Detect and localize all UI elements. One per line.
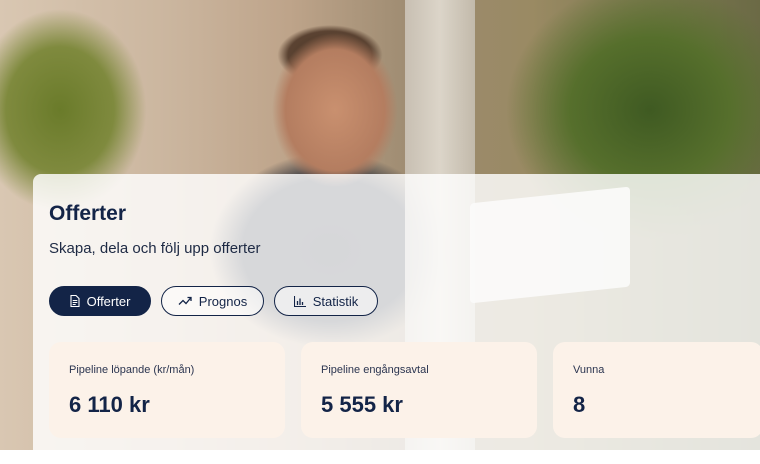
stat-value: 6 110 kr (69, 392, 150, 417)
trend-up-icon (178, 296, 192, 305)
tab-offerter[interactable]: Offerter (49, 286, 151, 316)
page-subtitle: Skapa, dela och följ upp offerter (49, 240, 261, 257)
stat-value: 5 555 kr (321, 392, 403, 417)
stat-label: Vunna (573, 364, 605, 376)
stat-card-won: Vunna 8 (553, 342, 760, 438)
stat-label: Pipeline engångsavtal (321, 364, 429, 376)
stat-card-pipeline-running: Pipeline löpande (kr/mån) 6 110 kr (49, 342, 285, 438)
tab-statistik-label: Statistik (312, 293, 359, 309)
tab-prognos-label: Prognos (198, 293, 248, 309)
stat-label: Pipeline löpande (kr/mån) (69, 364, 195, 376)
bar-chart-icon (293, 295, 306, 307)
page-title: Offerter (49, 202, 127, 225)
tab-prognos[interactable]: Prognos (161, 286, 264, 316)
offers-panel: Offerter Skapa, dela och följ upp offert… (33, 174, 760, 464)
stat-card-pipeline-onetime: Pipeline engångsavtal 5 555 kr (301, 342, 537, 438)
tab-offerter-label: Offerter (86, 293, 131, 309)
document-icon (70, 295, 80, 307)
stat-value: 8 (573, 392, 586, 417)
tab-statistik[interactable]: Statistik (274, 286, 378, 316)
